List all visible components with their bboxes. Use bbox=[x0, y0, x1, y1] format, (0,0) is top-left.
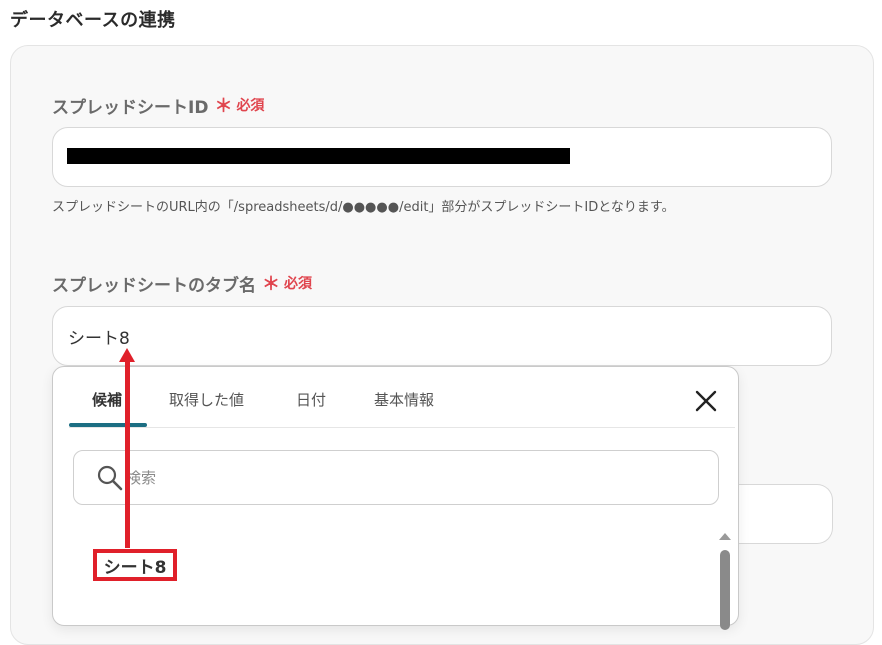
annotation-arrow-line bbox=[125, 360, 130, 548]
spreadsheet-id-help: スプレッドシートのURL内の「/spreadsheets/d/●●●●●/edi… bbox=[52, 200, 675, 215]
list-item-sheet8[interactable]: シート8 bbox=[93, 549, 177, 581]
tab-candidates[interactable]: 候補 bbox=[92, 389, 122, 410]
close-button[interactable] bbox=[693, 388, 719, 414]
required-asterisk-icon: ＊ bbox=[214, 96, 233, 117]
required-badge: 必須 bbox=[236, 98, 265, 114]
tab-basic-info[interactable]: 基本情報 bbox=[374, 389, 434, 410]
tab-divider bbox=[69, 427, 735, 428]
annotation-arrow-head-icon bbox=[119, 348, 135, 362]
tab-date[interactable]: 日付 bbox=[296, 389, 326, 410]
scrollbar-thumb[interactable] bbox=[720, 550, 730, 630]
section-title: データベースの連携 bbox=[10, 10, 176, 31]
search-box[interactable] bbox=[73, 450, 719, 505]
tab-name-label: スプレッドシートのタブ名 ＊ 必須 bbox=[52, 270, 312, 296]
required-badge: 必須 bbox=[284, 276, 312, 292]
search-input[interactable] bbox=[124, 463, 688, 493]
tab-name-label-text: スプレッドシートのタブ名 bbox=[52, 275, 256, 296]
redacted-value bbox=[67, 148, 570, 164]
tab-name-value: シート8 bbox=[68, 329, 130, 349]
search-icon bbox=[97, 465, 123, 491]
tab-name-input[interactable]: シート8 bbox=[52, 306, 832, 366]
close-icon bbox=[695, 390, 717, 412]
spreadsheet-id-input[interactable] bbox=[52, 127, 832, 187]
required-asterisk-icon: ＊ bbox=[262, 274, 280, 295]
tab-retrieved-values[interactable]: 取得した値 bbox=[169, 389, 244, 410]
spreadsheet-id-label: スプレッドシートID ＊ 必須 bbox=[52, 92, 264, 118]
scroll-up-arrow-icon[interactable] bbox=[719, 533, 731, 540]
background-field[interactable] bbox=[735, 484, 833, 544]
popup-tabs: 候補 取得した値 日付 基本情報 bbox=[53, 367, 738, 428]
suggestion-popup: 候補 取得した値 日付 基本情報 シート8 bbox=[52, 366, 739, 630]
spreadsheet-id-label-text: スプレッドシートID bbox=[52, 97, 209, 118]
